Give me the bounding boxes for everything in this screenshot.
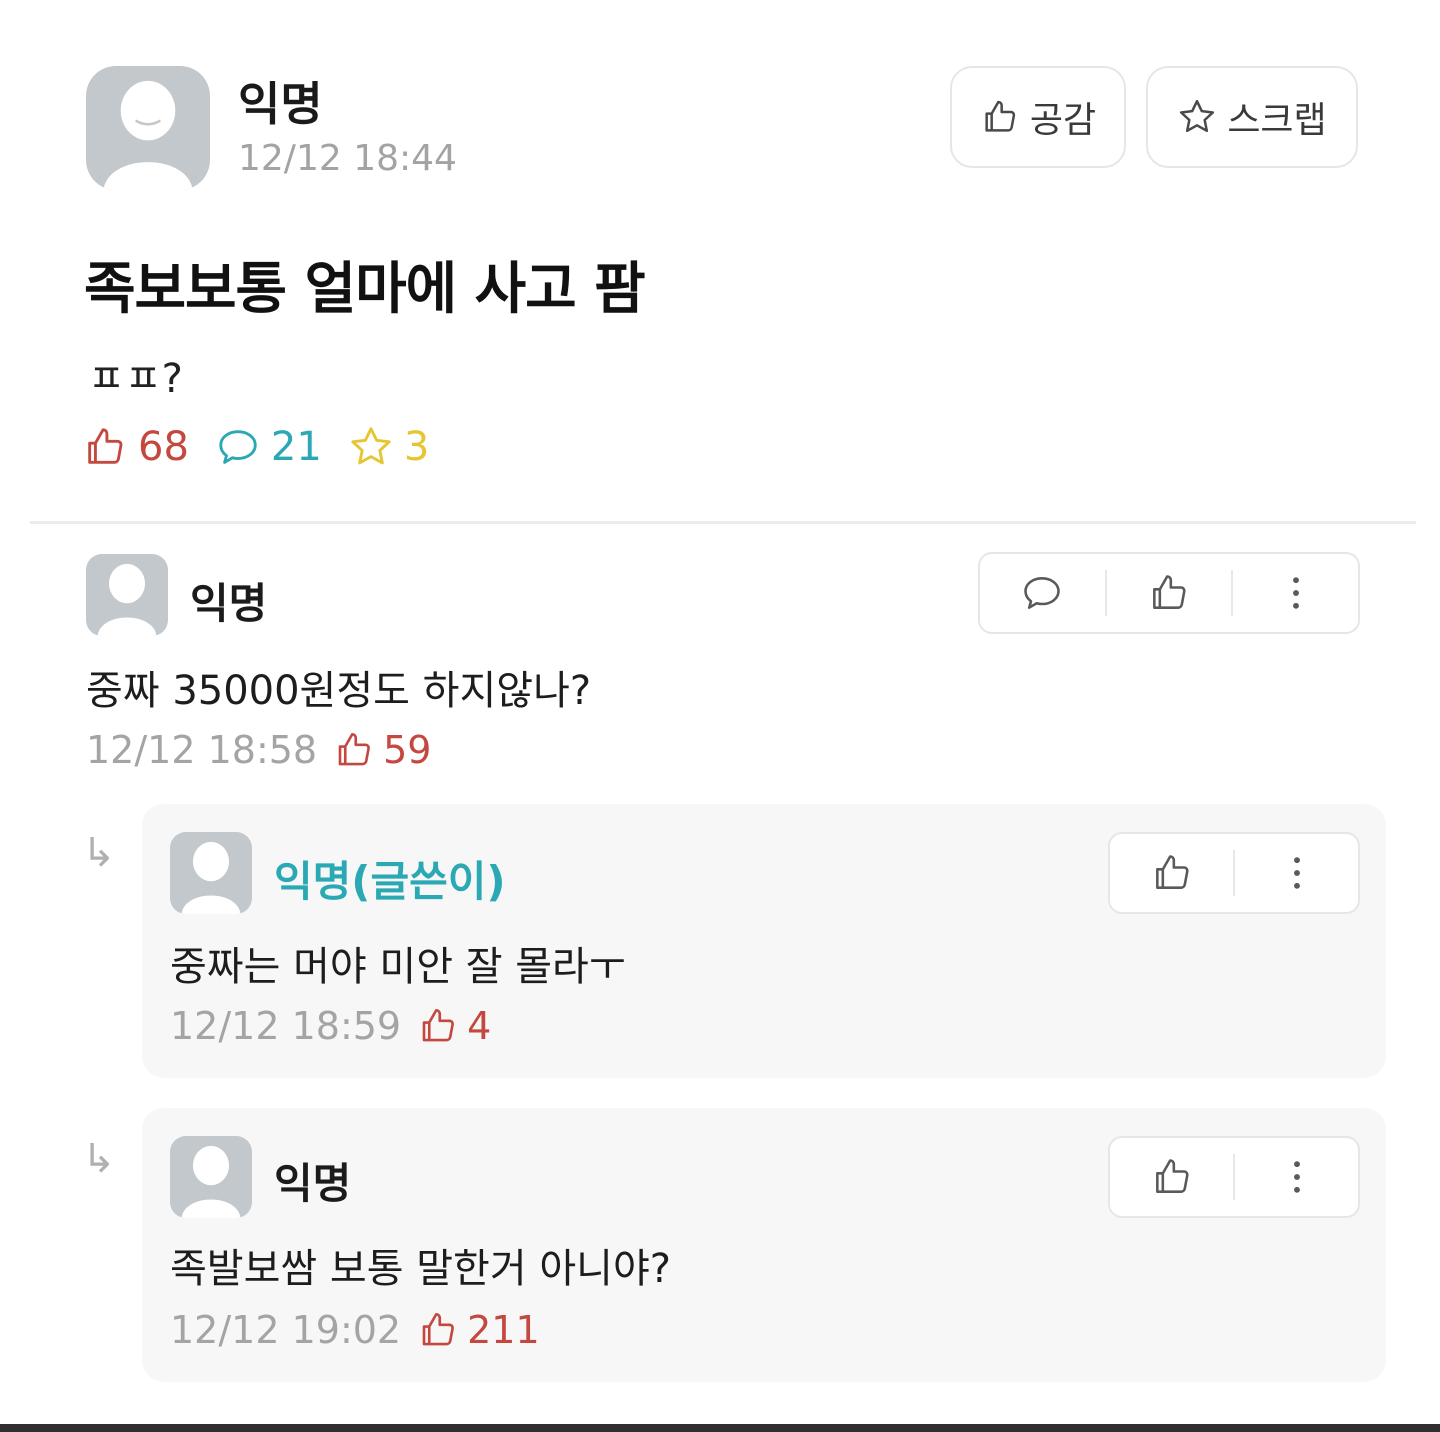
post-timestamp: 12/12 18:44 [238, 138, 457, 179]
reply-actions [1108, 832, 1360, 914]
star-icon [1180, 99, 1215, 133]
post-scrap-count: 3 [348, 424, 429, 470]
more-vertical-icon [1293, 1161, 1300, 1193]
reply-timestamp: 12/12 19:02 [170, 1308, 402, 1352]
reply-meta: 12/12 18:59 4 [170, 1004, 491, 1048]
reply-like-count: 211 [417, 1308, 540, 1352]
comment-author: 익명 [190, 579, 268, 628]
comment-text: 중짜 35000원정도 하지않나? [86, 668, 592, 714]
reply-meta: 12/12 19:02 211 [170, 1308, 540, 1352]
comment-like-value: 59 [383, 728, 432, 772]
reply-like-button[interactable] [1110, 834, 1233, 912]
section-divider [30, 521, 1416, 524]
post-stats: 68 21 3 [82, 424, 429, 470]
avatar-placeholder-icon [181, 1145, 241, 1218]
comment-count-value: 21 [270, 424, 322, 470]
more-vertical-icon [1292, 577, 1299, 609]
reply-actions [1108, 1136, 1360, 1218]
comment-like-count: 59 [333, 728, 431, 772]
post-author: 익명 [238, 77, 323, 131]
like-button-label: 공감 [1029, 100, 1097, 141]
thumbs-up-icon [338, 732, 370, 766]
post-title: 족보보통 얼마에 사고 팜 [84, 257, 646, 322]
like-button[interactable]: 공감 [950, 66, 1126, 168]
bottom-edge-bar [0, 1424, 1440, 1432]
avatar-placeholder-icon [97, 563, 157, 636]
comment-timestamp: 12/12 18:58 [86, 728, 318, 772]
scrap-button[interactable]: 스크랩 [1146, 66, 1358, 168]
reply-like-button[interactable] [1110, 1138, 1233, 1216]
reply-text: 중짜는 머야 미안 잘 몰라ㅜ [170, 944, 626, 990]
thumbs-up-icon [985, 100, 1016, 132]
more-vertical-icon [1293, 857, 1300, 889]
reply-like-count: 4 [417, 1004, 491, 1048]
reply-like-value: 4 [467, 1004, 492, 1048]
more-options-button[interactable] [1233, 554, 1358, 632]
reply-author-op: 익명(글쓴이) [274, 857, 506, 906]
thumbs-up-icon [422, 1008, 454, 1042]
thumbs-up-icon [1153, 575, 1186, 609]
comment-actions [978, 552, 1360, 634]
post-avatar [86, 66, 210, 190]
avatar-placeholder-icon [103, 80, 193, 190]
post-like-count: 68 [82, 424, 189, 470]
avatar-placeholder-icon [181, 841, 241, 914]
thumbs-up-icon [1155, 855, 1189, 889]
reply-avatar [170, 832, 252, 914]
scrap-count-value: 3 [403, 424, 430, 470]
comment-like-button[interactable] [1107, 554, 1232, 632]
reply-like-value: 211 [467, 1308, 540, 1352]
more-options-button[interactable] [1235, 834, 1358, 912]
speech-bubble-icon [1024, 577, 1061, 609]
reply-text: 족발보쌈 보통 말한거 아니야? [170, 1246, 671, 1292]
comment-avatar [86, 554, 168, 636]
reply-author: 익명 [274, 1159, 352, 1208]
reply-button[interactable] [980, 554, 1105, 632]
post-body: ㅍㅍ? [88, 356, 183, 402]
thumbs-up-icon [88, 428, 123, 464]
reply-arrow-icon: ↳ [82, 1136, 116, 1182]
reply-avatar [170, 1136, 252, 1218]
post-comment-count: 21 [215, 424, 322, 470]
reply-timestamp: 12/12 18:59 [170, 1004, 402, 1048]
more-options-button[interactable] [1235, 1138, 1358, 1216]
thumbs-up-icon [422, 1312, 454, 1346]
like-count-value: 68 [138, 424, 189, 470]
scrap-button-label: 스크랩 [1227, 100, 1327, 141]
speech-bubble-icon [219, 430, 257, 464]
reply-arrow-icon: ↳ [82, 830, 116, 876]
comment-meta: 12/12 18:58 59 [86, 728, 431, 772]
thumbs-up-icon [1155, 1159, 1189, 1193]
star-icon [351, 427, 391, 465]
